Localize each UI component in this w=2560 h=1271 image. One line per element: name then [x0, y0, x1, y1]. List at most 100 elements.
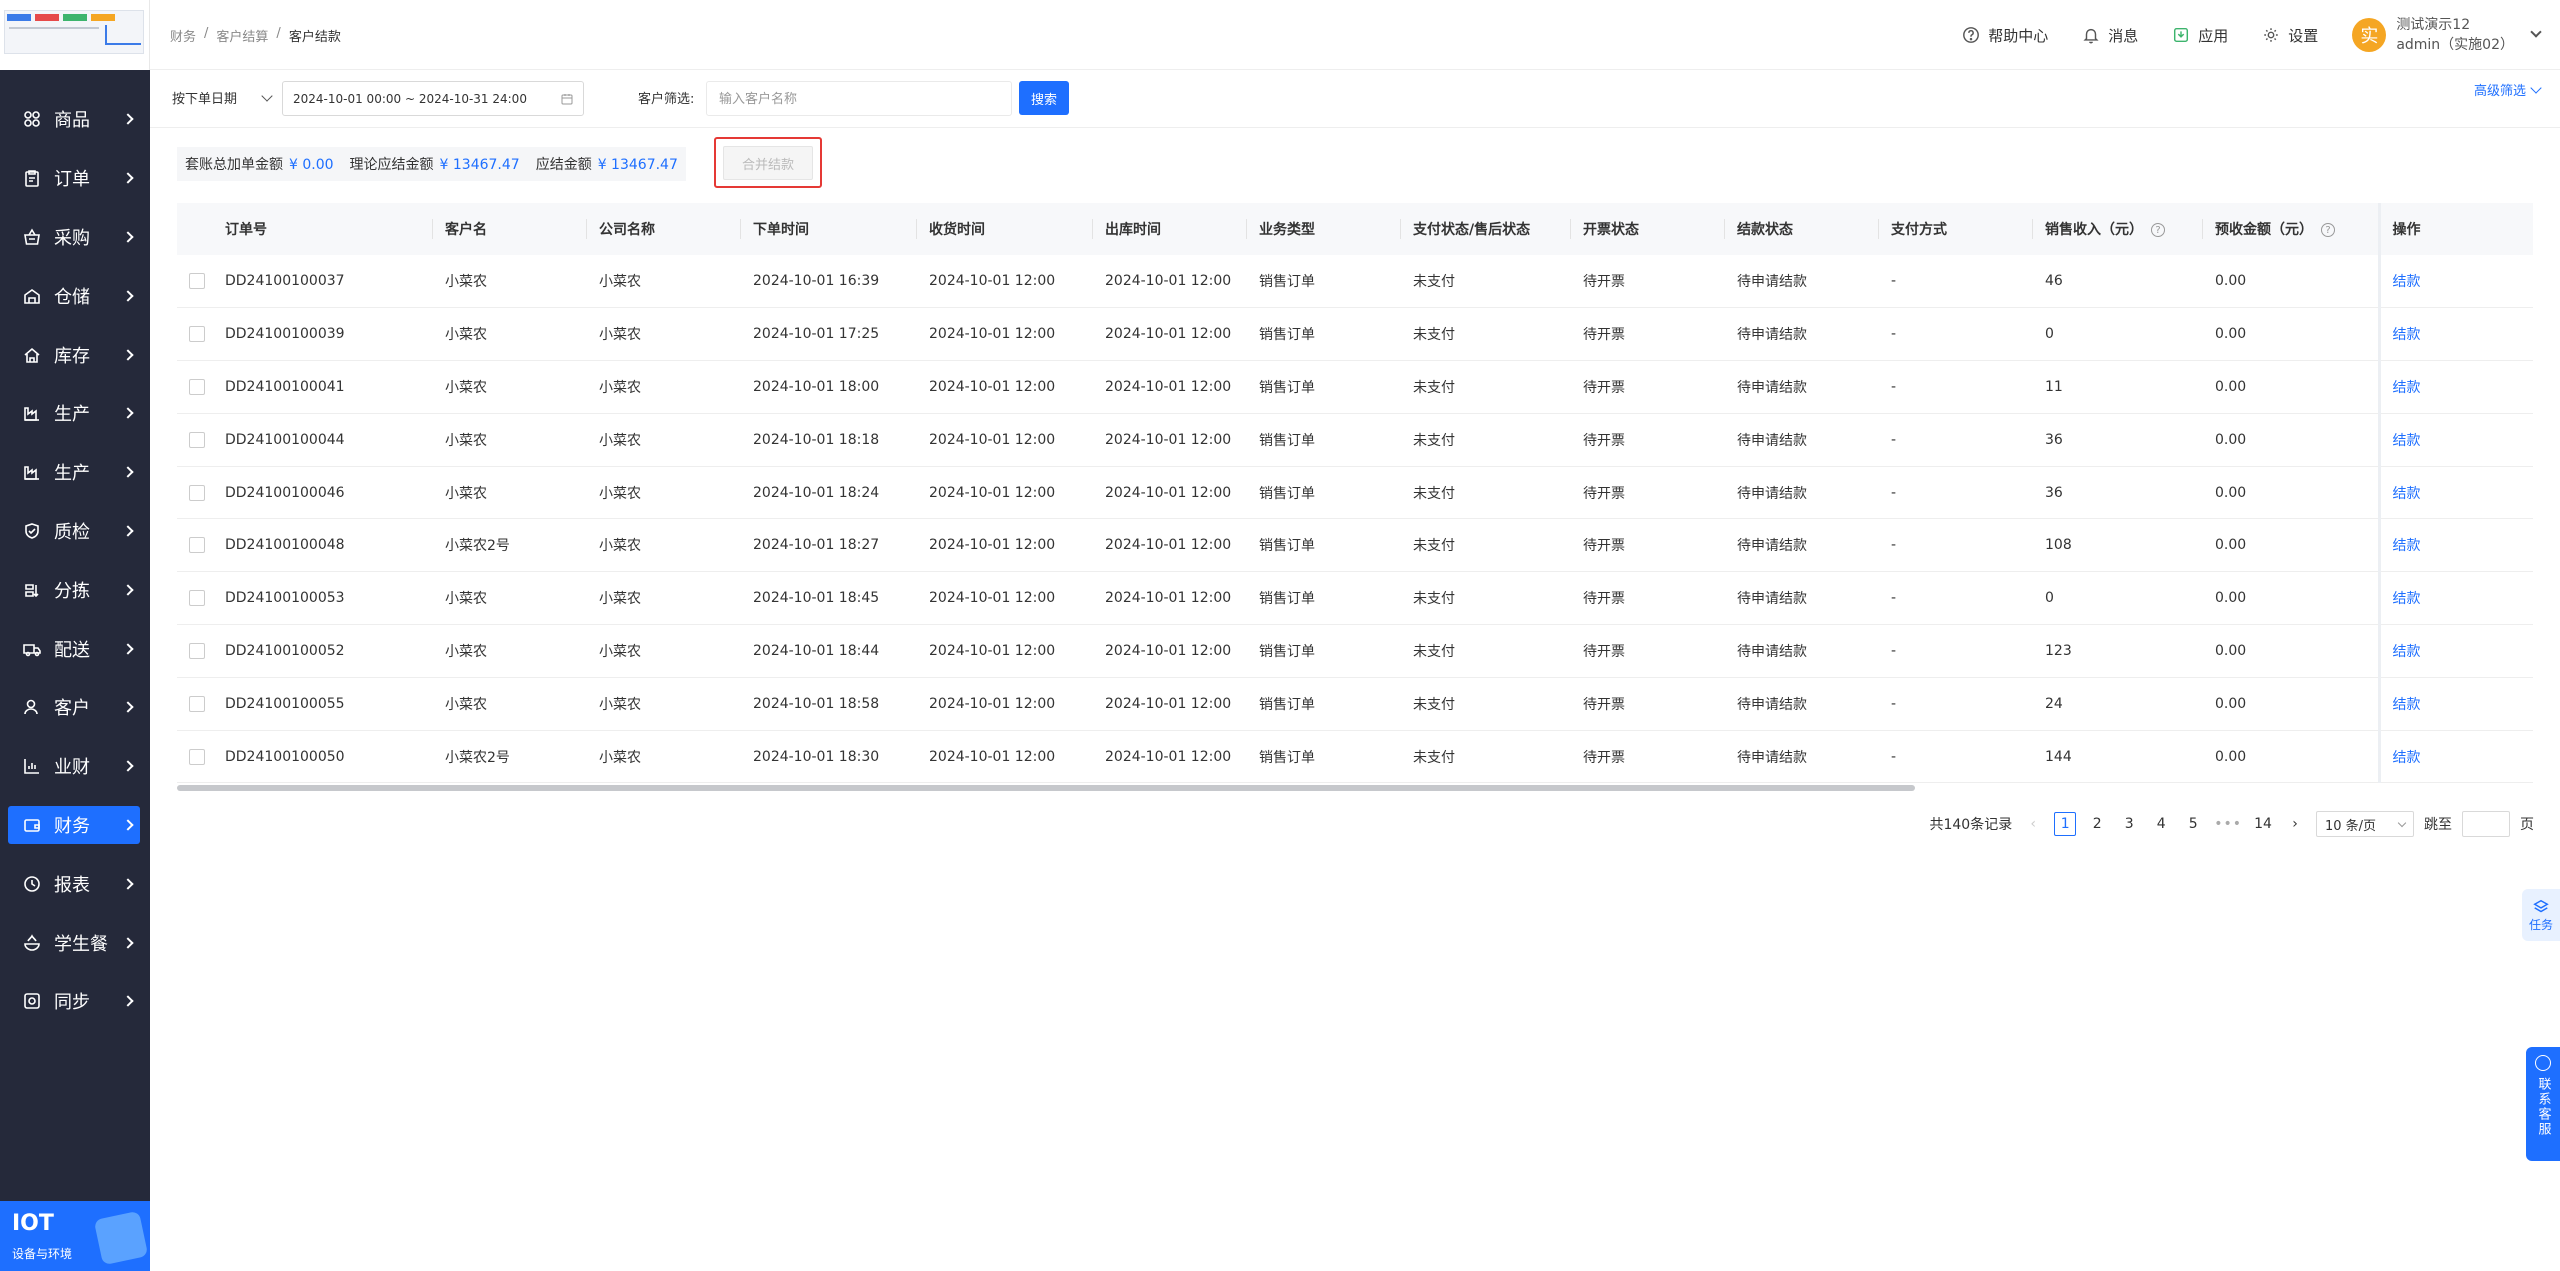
table-row: DD24100100053 小菜农 小菜农 2024-10-01 18:45 2024-… — [177, 571, 2533, 626]
settle-link[interactable]: 结款 — [2393, 327, 2421, 343]
user-menu[interactable]: 实 测试演示12 admin（实施02） — [2352, 15, 2542, 55]
page-2[interactable]: 2 — [2086, 812, 2108, 836]
cell-sales-income: 123 — [2033, 624, 2203, 678]
sidebar-item-14[interactable]: 学生餐 — [0, 913, 150, 972]
cell-out-time: 2024-10-01 12:00 — [1093, 518, 1247, 573]
sidebar-item-11[interactable]: 业财 — [0, 737, 150, 796]
settle-link[interactable]: 结款 — [2393, 433, 2421, 449]
page-last[interactable]: 14 — [2252, 812, 2274, 836]
settle-link[interactable]: 结款 — [2393, 380, 2421, 396]
messages-button[interactable]: 消息 — [2082, 25, 2138, 46]
breadcrumb-customer-settlement[interactable]: 客户结算 — [216, 26, 268, 45]
help-icon[interactable]: ? — [2151, 223, 2165, 237]
customer-search-input[interactable] — [706, 81, 1012, 116]
cell-order-no: DD24100100041 — [213, 360, 433, 414]
logo-thumbnail — [4, 10, 144, 54]
help-center-button[interactable]: 帮助中心 — [1962, 25, 2048, 46]
cell-biz-type: 销售订单 — [1247, 624, 1401, 678]
sidebar-item-0[interactable]: 商品 — [0, 90, 150, 149]
summary-total-add-label: 套账总加单金额 — [185, 157, 283, 173]
page-1[interactable]: 1 — [2054, 812, 2077, 836]
clipboard-icon — [22, 168, 42, 188]
chevron-right-icon — [122, 172, 134, 184]
next-page-button[interactable]: › — [2284, 812, 2306, 836]
sidebar-item-10[interactable]: 客户 — [0, 678, 150, 737]
iot-banner[interactable]: IOT 设备与环境 — [0, 1201, 150, 1271]
page-ellipsis[interactable]: ••• — [2214, 812, 2242, 836]
table-row: DD24100100050 小菜农2号 小菜农 2024-10-01 18:30 202… — [177, 730, 2533, 784]
row-checkbox[interactable] — [189, 590, 205, 607]
avatar: 实 — [2352, 18, 2387, 52]
row-checkbox[interactable] — [189, 431, 205, 448]
horizontal-scrollbar[interactable] — [177, 785, 1915, 791]
cell-order-time: 2024-10-01 18:44 — [741, 624, 917, 678]
date-range-picker[interactable]: 2024-10-01 00:00 ~ 2024-10-31 24:00 — [282, 81, 584, 116]
cell-action: 结款 — [2377, 466, 2533, 520]
row-checkbox[interactable] — [189, 378, 205, 395]
sidebar-item-8[interactable]: 分拣 — [0, 560, 150, 619]
customer-service-button[interactable]: 联系客服 — [2526, 1047, 2560, 1161]
page-3[interactable]: 3 — [2118, 812, 2140, 836]
settle-link[interactable]: 结款 — [2393, 538, 2421, 554]
sidebar-item-5[interactable]: 生产 — [0, 384, 150, 443]
jump-page-input[interactable] — [2462, 811, 2510, 837]
apps-label: 应用 — [2198, 26, 2229, 45]
settings-button[interactable]: 设置 — [2262, 25, 2318, 46]
settle-link[interactable]: 结款 — [2393, 486, 2421, 502]
cell-sales-income: 11 — [2033, 360, 2203, 414]
sidebar-item-9[interactable]: 配送 — [0, 619, 150, 678]
cell-biz-type: 销售订单 — [1247, 518, 1401, 573]
row-checkbox[interactable] — [189, 748, 205, 765]
advanced-filter-button[interactable]: 高级筛选 — [2474, 80, 2542, 99]
sidebar-item-3[interactable]: 仓储 — [0, 266, 150, 325]
breadcrumb-finance[interactable]: 财务 — [170, 26, 196, 45]
row-checkbox[interactable] — [189, 273, 205, 290]
merge-settle-button[interactable]: 合并结款 — [723, 146, 813, 180]
help-icon[interactable]: ? — [2321, 223, 2335, 237]
row-checkbox[interactable] — [189, 326, 205, 343]
page-size-value: 10 条/页 — [2325, 818, 2377, 834]
apps-button[interactable]: 应用 — [2172, 25, 2228, 46]
table-row: DD24100100037 小菜农 小菜农 2024-10-01 16:39 2024-… — [177, 255, 2533, 309]
sidebar-item-6[interactable]: 生产 — [0, 443, 150, 502]
settle-link[interactable]: 结款 — [2393, 644, 2421, 660]
user-icon — [22, 697, 42, 717]
merge-highlight: 合并结款 — [714, 137, 822, 188]
sidebar-item-label: 同步 — [54, 992, 90, 1014]
row-select — [177, 571, 213, 626]
row-checkbox[interactable] — [189, 642, 205, 659]
row-checkbox[interactable] — [189, 537, 205, 554]
page-4[interactable]: 4 — [2150, 812, 2172, 836]
grid-icon — [22, 109, 42, 129]
sidebar-item-15[interactable]: 同步 — [0, 972, 150, 1031]
settle-link[interactable]: 结款 — [2393, 697, 2421, 713]
sidebar-item-label: 客户 — [54, 698, 90, 720]
cell-invoice-status: 待开票 — [1571, 571, 1725, 626]
row-checkbox[interactable] — [189, 695, 205, 712]
settle-link[interactable]: 结款 — [2393, 750, 2421, 766]
sidebar-item-4[interactable]: 库存 — [0, 325, 150, 384]
sidebar-item-12[interactable]: 财务 — [0, 796, 150, 855]
prev-page-button[interactable]: ‹ — [2022, 812, 2044, 836]
page-size-select[interactable]: 10 条/页 — [2316, 811, 2414, 837]
settle-link[interactable]: 结款 — [2393, 274, 2421, 290]
task-button[interactable]: 任务 — [2522, 889, 2560, 941]
sidebar-item-7[interactable]: 质检 — [0, 502, 150, 561]
cell-order-no: DD24100100037 — [213, 255, 433, 309]
cell-order-no: DD24100100052 — [213, 624, 433, 678]
settings-label: 设置 — [2288, 26, 2319, 45]
sidebar: 商品 订单 采购 仓储 库存 生产 生产 质检 分拣 配送 客户 业财 财务 报表 学生餐 同步 IOT 设备… — [0, 0, 150, 1271]
settle-link[interactable]: 结款 — [2393, 591, 2421, 607]
sidebar-item-13[interactable]: 报表 — [0, 854, 150, 913]
page-5[interactable]: 5 — [2182, 812, 2204, 836]
sidebar-item-1[interactable]: 订单 — [0, 149, 150, 208]
cell-receive-time: 2024-10-01 12:00 — [917, 518, 1093, 573]
cell-company: 小菜农 — [587, 518, 741, 573]
chevron-right-icon — [122, 642, 134, 655]
search-button[interactable]: 搜索 — [1019, 81, 1069, 115]
row-checkbox[interactable] — [189, 484, 205, 501]
cell-receive-time: 2024-10-01 12:00 — [917, 466, 1093, 520]
cell-prepaid: 0.00 — [2203, 307, 2379, 362]
sidebar-item-2[interactable]: 采购 — [0, 208, 150, 267]
date-type-select[interactable]: 按下单日期 — [172, 88, 273, 107]
